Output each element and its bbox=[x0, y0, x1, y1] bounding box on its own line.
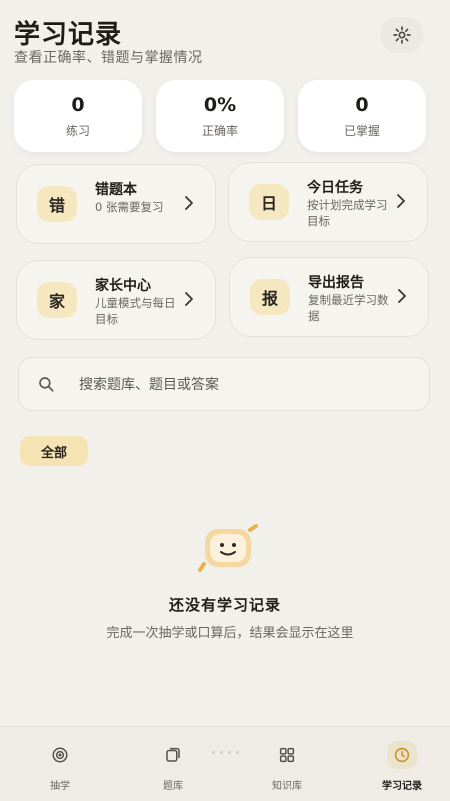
parent-center-badge: 家 bbox=[37, 282, 77, 318]
search-icon bbox=[39, 377, 54, 392]
stat-mastered-value: 0 bbox=[355, 94, 369, 116]
stat-mastered-label: 已掌握 bbox=[343, 124, 380, 138]
search-input[interactable] bbox=[77, 370, 411, 400]
stat-accuracy-value: 0% bbox=[203, 94, 237, 116]
stat-card-accuracy: 0% 正确率 bbox=[156, 80, 284, 152]
nav-label-draw: 抽学 bbox=[50, 781, 70, 792]
clock-icon bbox=[387, 741, 417, 769]
export-report-desc: 复制最近学习数据 bbox=[308, 293, 389, 323]
chevron-right-icon bbox=[185, 292, 193, 306]
page-subtitle: 查看正确率、错题与掌握情况 bbox=[14, 50, 203, 66]
learning-record-screen: 学习记录 查看正确率、错题与掌握情况 0 练习 0% 正确率 0 已掌握 错 错… bbox=[0, 0, 450, 801]
export-report-title: 导出报告 bbox=[308, 275, 364, 291]
empty-state-title: 还没有学习记录 bbox=[168, 596, 281, 614]
nav-item-learning-record[interactable]: 学习记录 bbox=[352, 727, 450, 801]
nav-item-knowledge-base[interactable]: 知识库 bbox=[237, 727, 337, 801]
chevron-right-icon bbox=[397, 194, 405, 208]
daily-task-card[interactable]: 日 今日任务 按计划完成学习目标 bbox=[228, 162, 428, 242]
target-icon bbox=[45, 741, 75, 769]
nav-item-draw[interactable]: 抽学 bbox=[10, 727, 110, 801]
chevron-right-icon bbox=[398, 289, 406, 303]
smile-card-icon bbox=[198, 524, 258, 572]
parent-center-title: 家长中心 bbox=[95, 278, 151, 294]
grid-icon bbox=[272, 741, 302, 769]
daily-task-desc: 按计划完成学习目标 bbox=[307, 198, 388, 228]
export-report-card[interactable]: 报 导出报告 复制最近学习数据 bbox=[229, 257, 429, 337]
stat-practice-value: 0 bbox=[71, 94, 85, 116]
nav-label-learning-record: 学习记录 bbox=[382, 781, 422, 792]
search-bar[interactable] bbox=[18, 357, 430, 411]
page-title: 学习记录 bbox=[14, 20, 123, 50]
export-report-badge: 报 bbox=[250, 279, 290, 315]
nav-label-question-bank: 题库 bbox=[163, 781, 183, 792]
empty-state-description: 完成一次抽学或口算后，结果会显示在这里 bbox=[106, 626, 354, 641]
cards-icon bbox=[158, 741, 188, 769]
stat-card-practice: 0 练习 bbox=[14, 80, 142, 152]
parent-center-card[interactable]: 家 家长中心 儿童模式与每日目标 bbox=[16, 260, 216, 340]
nav-item-question-bank[interactable]: 题库 bbox=[123, 727, 223, 801]
wrong-questions-title: 错题本 bbox=[95, 182, 137, 198]
parent-center-desc: 儿童模式与每日目标 bbox=[95, 296, 176, 326]
wrong-questions-card[interactable]: 错 错题本 0 张需要复习 bbox=[16, 164, 216, 244]
stat-accuracy-label: 正确率 bbox=[201, 124, 238, 138]
stat-practice-label: 练习 bbox=[65, 124, 90, 138]
settings-button[interactable] bbox=[380, 17, 424, 53]
gear-icon bbox=[393, 26, 411, 44]
stat-card-mastered: 0 已掌握 bbox=[298, 80, 426, 152]
daily-task-title: 今日任务 bbox=[307, 180, 363, 196]
daily-task-badge: 日 bbox=[249, 184, 289, 220]
wrong-questions-desc: 0 张需要复习 bbox=[95, 200, 164, 214]
wrong-questions-badge: 错 bbox=[37, 186, 77, 222]
chevron-right-icon bbox=[185, 196, 193, 210]
nav-label-knowledge-base: 知识库 bbox=[272, 781, 302, 792]
filter-chip-all[interactable]: 全部 bbox=[20, 436, 88, 466]
bottom-nav: 抽学 题库 知识库 学习记录 bbox=[0, 726, 450, 801]
